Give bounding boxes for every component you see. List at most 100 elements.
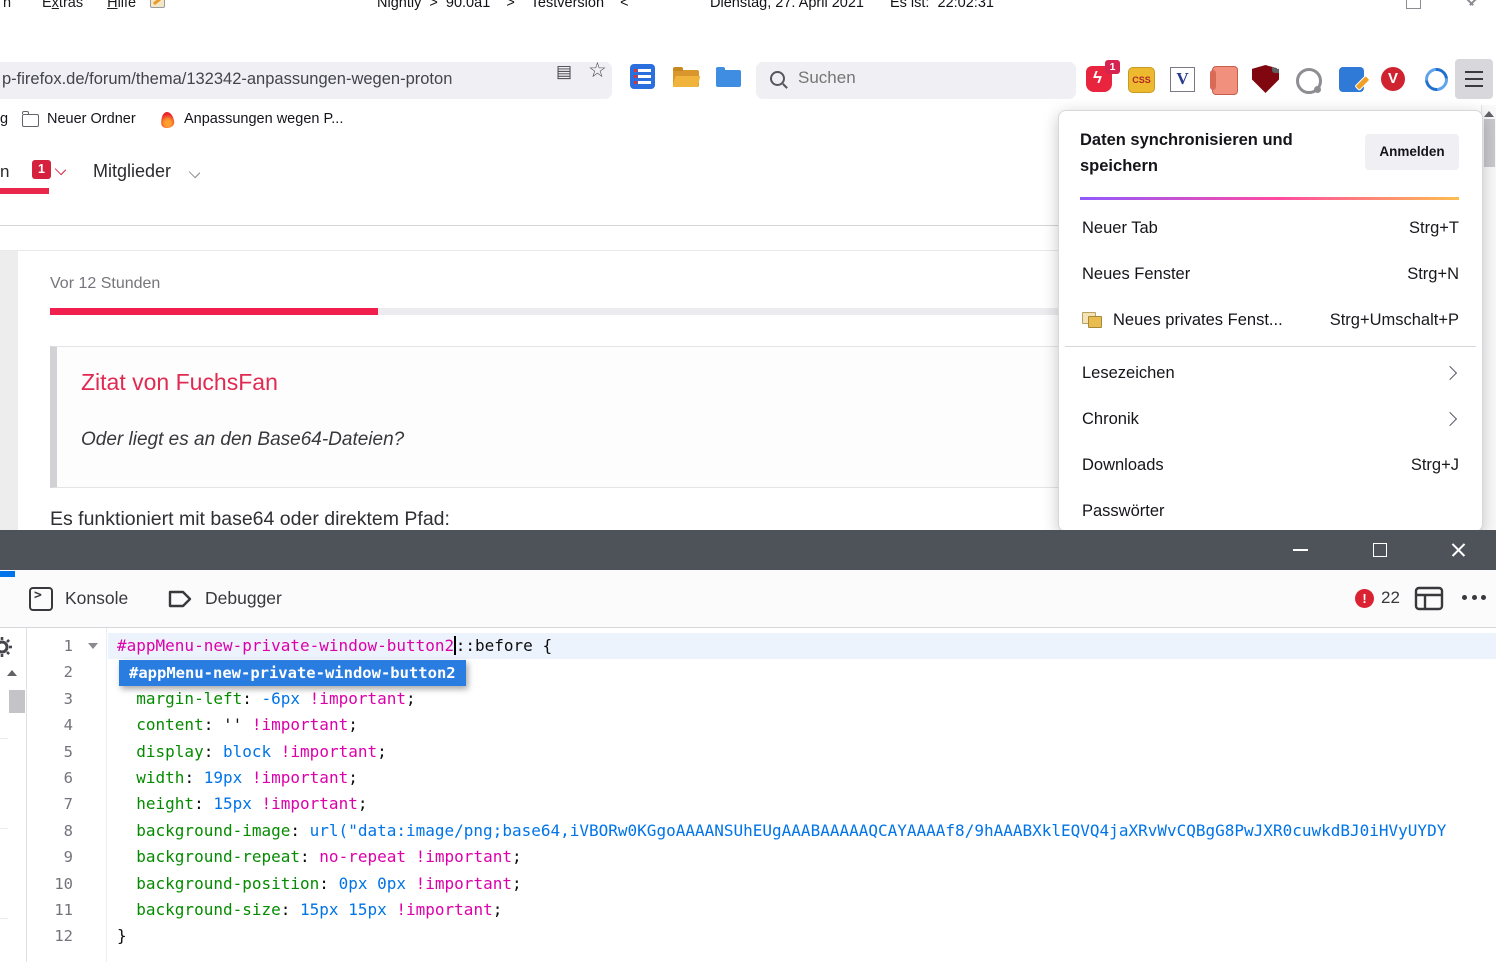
code-line-7[interactable]: height: 15px !important; — [108, 791, 1496, 817]
menubar-item-extras[interactable]: Extras — [42, 0, 83, 11]
post-body-text: Es funktioniert mit base64 oder direktem… — [50, 508, 450, 530]
maximize-button[interactable] — [1406, 0, 1421, 9]
shortcut-label: Strg+J — [1411, 456, 1459, 475]
line-number: 4 — [27, 712, 106, 738]
pocket-badge: 1 — [1105, 60, 1120, 74]
tab-konsole[interactable]: Konsole — [29, 570, 128, 627]
app-menu-item[interactable]: Neuer TabStrg+T — [1059, 205, 1482, 251]
line-number-gutter: 123456789101112 — [27, 628, 107, 962]
search-bar[interactable] — [756, 62, 1076, 99]
app-menu-item[interactable]: Lesezeichen — [1059, 350, 1482, 396]
video-helper-extension-icon[interactable]: V — [1381, 67, 1405, 91]
page-tab-fragment[interactable]: n — [0, 162, 9, 182]
line-number: 2 — [27, 659, 106, 685]
menubar-item-hilfe[interactable]: Hilfe — [107, 0, 136, 11]
ublock-origin-icon[interactable]: 2 — [1252, 65, 1279, 93]
tab-konsole-label: Konsole — [65, 588, 128, 609]
members-tab[interactable]: Mitglieder — [93, 161, 171, 182]
quote-title[interactable]: Zitat von FuchsFan — [81, 369, 278, 396]
app-menu-item[interactable]: Downloads Strg+J — [1059, 442, 1482, 488]
app-menu-item[interactable]: Neues FensterStrg+N — [1059, 251, 1482, 297]
style-editor: 123456789101112 #appMenu-new-private-win… — [0, 628, 1496, 962]
post-timestamp: Vor 12 Stunden — [50, 275, 160, 293]
notes-extension-icon[interactable] — [1339, 67, 1364, 92]
split-console-icon[interactable] — [1414, 586, 1444, 612]
code-line-6[interactable]: width: 19px !important; — [108, 765, 1496, 791]
app-menu-item-label: Passwörter — [1082, 502, 1459, 521]
chevron-down-icon[interactable] — [55, 164, 66, 175]
blue-folder-icon[interactable] — [716, 70, 741, 87]
close-button[interactable] — [1463, 0, 1480, 8]
fold-arrow-icon[interactable] — [88, 643, 98, 649]
line-number: 10 — [27, 871, 106, 897]
autocomplete-popup[interactable]: #appMenu-new-private-window-button2 — [119, 660, 466, 686]
menubar: Extras Hilfe — [42, 0, 136, 11]
v-extension-icon[interactable]: V — [1170, 67, 1195, 92]
reader-mode-icon[interactable]: ▤ — [556, 62, 572, 82]
console-icon — [29, 587, 53, 611]
app-menu-item[interactable]: Passwörter — [1059, 488, 1482, 532]
line-number: 7 — [27, 791, 106, 817]
line-number: 1 — [27, 633, 106, 659]
line-number: 11 — [27, 897, 106, 923]
scrollbar-thumb[interactable] — [1484, 119, 1495, 167]
app-menu-item[interactable]: Chronik — [1059, 396, 1482, 442]
rail-separator — [0, 738, 8, 739]
bookmark-star-icon[interactable]: ☆ — [588, 58, 607, 83]
speed-dial-icon[interactable] — [630, 64, 655, 89]
code-line-11[interactable]: background-size: 15px 15px !important; — [108, 897, 1496, 923]
titlebar-clock: Dienstag, 27. April 2021 Es ist: 22:02:3… — [710, 0, 994, 11]
code-line-3[interactable]: margin-left: -6px !important; — [108, 686, 1496, 712]
rail-separator — [0, 828, 8, 829]
page-scrollbar[interactable] — [1481, 105, 1496, 530]
menubar-extension-icon[interactable] — [150, 0, 165, 8]
rail-scroll-up-icon[interactable] — [7, 670, 17, 676]
code-line-4[interactable]: content: '' !important; — [108, 712, 1496, 738]
devtools-close-button[interactable] — [1450, 542, 1467, 559]
url-bar[interactable]: p-firefox.de/forum/thema/132342-anpassun… — [0, 62, 612, 99]
error-icon[interactable]: ! — [1355, 589, 1374, 608]
members-chevron-down-icon[interactable] — [189, 167, 200, 178]
code-line-8[interactable]: background-image: url("data:image/png;ba… — [108, 818, 1496, 844]
tab-debugger[interactable]: Debugger — [167, 570, 282, 627]
sync-arrows-extension-icon[interactable] — [1420, 63, 1452, 95]
code-line-10[interactable]: background-position: 0px 0px !important; — [108, 871, 1496, 897]
screen: n ExtrasHilfe Nightly > 90.0a1 > Testver… — [0, 0, 1496, 962]
search-input[interactable] — [796, 67, 1050, 89]
bookmark-item[interactable]: Anpassungen wegen P... — [184, 111, 343, 127]
app-menu-items: Neuer TabStrg+TNeues FensterStrg+NNeues … — [1059, 205, 1482, 532]
open-folder-icon[interactable] — [673, 70, 699, 87]
devtools-maximize-button[interactable] — [1373, 543, 1387, 557]
ring-extension-icon[interactable] — [1296, 68, 1322, 94]
devtools-titlebar[interactable] — [0, 530, 1496, 570]
gear-icon[interactable] — [0, 636, 13, 658]
progress-fill — [50, 308, 378, 315]
app-menu-item[interactable]: Neues privates Fenst...Strg+Umschalt+P — [1059, 297, 1482, 343]
site-favicon-flame — [160, 111, 174, 128]
shortcut-label: Strg+N — [1407, 265, 1459, 284]
app-menu-button[interactable] — [1455, 59, 1493, 99]
app-menu-item-label: Downloads — [1082, 456, 1401, 475]
code-line-5[interactable]: display: block !important; — [108, 739, 1496, 765]
code-line-1[interactable]: #appMenu-new-private-window-button2::bef… — [108, 633, 1496, 659]
css-extension-icon[interactable]: CSS — [1128, 67, 1155, 93]
scroll-up-arrow-icon[interactable] — [1484, 111, 1494, 117]
code-line-12[interactable]: } — [108, 923, 1496, 949]
stylesheet-list-sliver — [0, 628, 27, 962]
pocket-extension-icon[interactable]: ϟ 1 — [1086, 66, 1112, 92]
devtools-minimize-button[interactable] — [1293, 549, 1308, 551]
app-menu-item-label: Chronik — [1082, 410, 1435, 429]
bookmark-fragment[interactable]: g — [0, 111, 8, 127]
chevron-right-icon — [1443, 412, 1457, 426]
devtools-menu-icon[interactable] — [1462, 595, 1486, 600]
code-line-9[interactable]: background-repeat: no-repeat !important; — [108, 844, 1496, 870]
search-icon — [770, 71, 785, 86]
error-count[interactable]: 22 — [1381, 588, 1400, 608]
rail-scrollbar-thumb[interactable] — [9, 690, 25, 713]
userscript-extension-icon[interactable] — [1212, 66, 1238, 95]
tab-debugger-label: Debugger — [205, 588, 282, 609]
line-number: 6 — [27, 765, 106, 791]
bookmark-folder[interactable]: Neuer Ordner — [47, 111, 136, 127]
sign-in-button[interactable]: Anmelden — [1365, 134, 1459, 170]
url-text[interactable]: p-firefox.de/forum/thema/132342-anpassun… — [2, 70, 502, 89]
